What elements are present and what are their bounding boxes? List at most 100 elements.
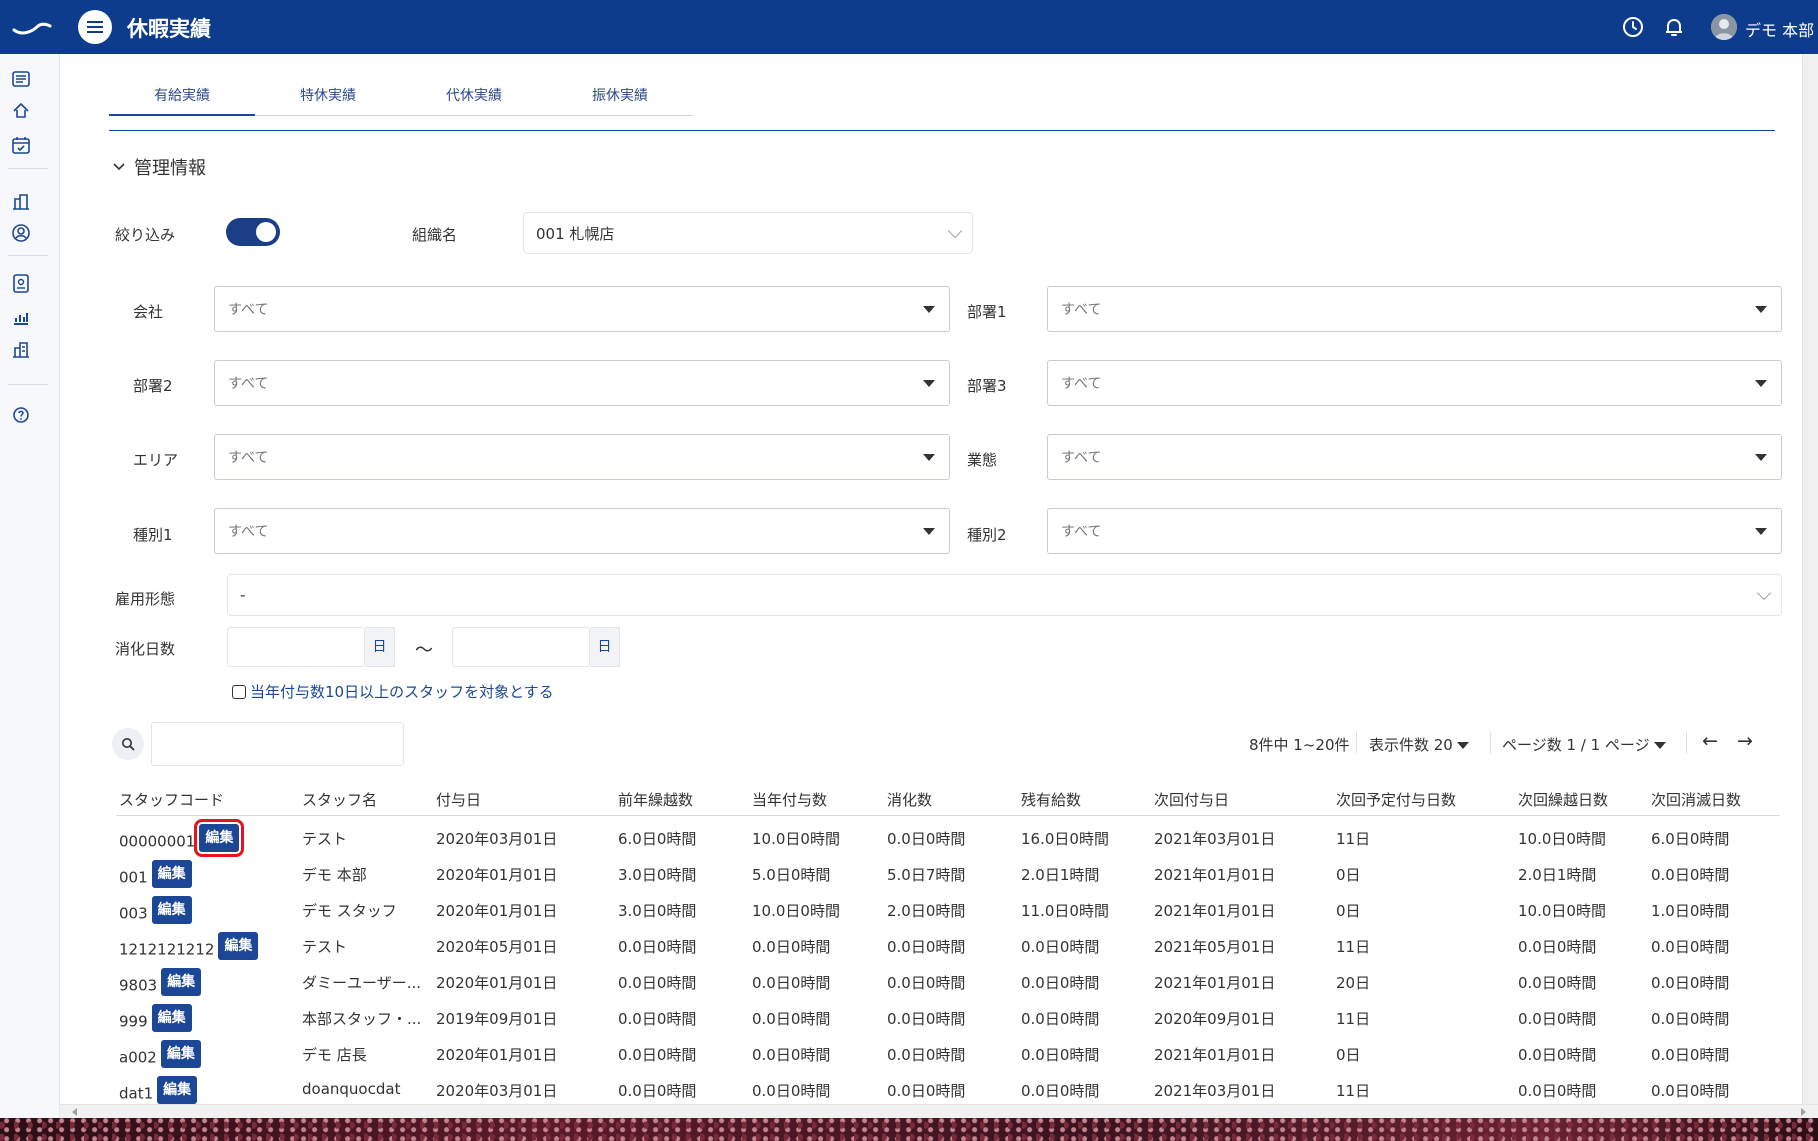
business-select[interactable]: すべて [1047, 434, 1782, 480]
consumed-days-min-input[interactable] [227, 627, 365, 667]
filter-toggle[interactable] [226, 218, 280, 246]
column-header[interactable]: 次回付与日 [1154, 789, 1229, 810]
cell-next-grant-days: 0日 [1336, 866, 1361, 884]
building-icon[interactable] [10, 190, 32, 212]
user-circle-icon[interactable] [10, 222, 32, 244]
column-header[interactable]: 消化数 [887, 789, 932, 810]
column-header[interactable]: 付与日 [436, 789, 481, 810]
dept2-select[interactable]: すべて [214, 360, 950, 406]
edit-button[interactable]: 編集 [161, 968, 202, 996]
min-grant-checkbox[interactable] [232, 684, 246, 699]
building-stats-icon[interactable] [10, 338, 32, 360]
cell-next-grant-days: 11日 [1336, 938, 1371, 956]
next-page-button[interactable]: → [1737, 730, 1753, 752]
column-header[interactable]: 次回繰越日数 [1518, 789, 1608, 810]
tab-special-leave[interactable]: 特休実績 [255, 74, 401, 116]
dept1-select[interactable]: すべて [1047, 286, 1782, 332]
column-header[interactable]: 次回予定付与日数 [1336, 789, 1456, 810]
column-header[interactable]: 残有給数 [1021, 789, 1081, 810]
avatar[interactable] [1711, 14, 1737, 40]
horizontal-scrollbar[interactable] [60, 1104, 1818, 1118]
min-grant-checkbox-label[interactable]: 当年付与数10日以上のスタッフを対象とする [250, 681, 554, 702]
filter-toggle-label: 絞り込み [115, 226, 176, 244]
column-header[interactable]: 前年繰越数 [618, 789, 693, 810]
column-header[interactable]: 当年付与数 [752, 789, 827, 810]
consumed-days-max-input[interactable] [452, 627, 590, 667]
cell-carryover: 0.0日0時間 [618, 1082, 697, 1100]
type2-select[interactable]: すべて [1047, 508, 1782, 554]
cell-next-carryover: 0.0日0時間 [1518, 974, 1597, 992]
tabs-divider [109, 130, 1775, 131]
tab-compensatory-leave[interactable]: 代休実績 [401, 74, 547, 116]
column-header[interactable]: スタッフコード [119, 789, 224, 810]
chevron-down-icon [947, 223, 963, 239]
area-select[interactable]: すべて [214, 434, 950, 480]
cell-next-expire: 0.0日0時間 [1651, 1010, 1730, 1028]
brand-logo-icon[interactable] [12, 14, 52, 38]
staff-code: 9803 [119, 976, 158, 995]
column-header[interactable]: スタッフ名 [302, 789, 377, 810]
column-header[interactable]: 次回消滅日数 [1651, 789, 1741, 810]
staff-code: dat1 [119, 1084, 154, 1103]
day-unit-label: 日 [365, 627, 395, 667]
cell-next-grant-days: 20日 [1336, 974, 1371, 992]
chevron-down-icon [113, 163, 125, 171]
cell-remaining: 0.0日0時間 [1021, 974, 1100, 992]
day-unit-label: 日 [590, 627, 620, 667]
org-select[interactable]: 001 札幌店 [523, 212, 973, 254]
cell-next-grant-date: 2021年05月01日 [1154, 938, 1276, 956]
bar-chart-icon[interactable] [10, 306, 32, 328]
tab-bar: 有給実績 特休実績 代休実績 振休実績 [109, 74, 693, 116]
staff-code: 00000001 [119, 832, 196, 851]
edit-button[interactable]: 編集 [160, 1040, 201, 1068]
edit-button[interactable]: 編集 [151, 1004, 192, 1032]
section-header[interactable]: 管理情報 [112, 154, 206, 180]
min-grant-filter[interactable]: 当年付与数10日以上のスタッフを対象とする [232, 681, 554, 702]
edit-button[interactable]: 編集 [194, 819, 245, 857]
type1-select[interactable]: すべて [214, 508, 950, 554]
search-input[interactable] [151, 722, 404, 766]
page-select[interactable]: ページ数 1 / 1 ページ [1502, 734, 1666, 755]
dept3-select[interactable]: すべて [1047, 360, 1782, 406]
calendar-check-icon[interactable] [10, 134, 32, 156]
search-button[interactable] [112, 728, 144, 760]
caret-down-icon [923, 380, 935, 387]
cell-next-grant-days: 0日 [1336, 902, 1361, 920]
cell-granted: 10.0日0時間 [752, 830, 840, 848]
cell-grant-date: 2020年05月01日 [436, 938, 558, 956]
help-icon[interactable] [10, 404, 32, 426]
consumed-days-label: 消化日数 [115, 640, 176, 658]
cell-carryover: 0.0日0時間 [618, 1046, 697, 1064]
per-page-select[interactable]: 表示件数 20 [1369, 734, 1469, 755]
upload-icon[interactable] [10, 100, 32, 122]
table-header: スタッフコード スタッフ名 付与日 前年繰越数 当年付与数 消化数 残有給数 次… [116, 782, 1780, 816]
cell-next-grant-date: 2021年03月01日 [1154, 830, 1276, 848]
staff-code-cell: 1212121212 編集 [119, 932, 259, 964]
cell-next-carryover: 10.0日0時間 [1518, 830, 1606, 848]
tab-substitute-leave[interactable]: 振休実績 [547, 74, 693, 116]
caret-down-icon [1653, 742, 1666, 749]
cell-carryover: 6.0日0時間 [618, 830, 697, 848]
cell-carryover: 0.0日0時間 [618, 938, 697, 956]
vertical-scrollbar[interactable] [1802, 54, 1818, 1104]
id-badge-icon[interactable] [10, 272, 32, 294]
table-row: 00000001 編集 テスト 2020年03月01日 6.0日0時間 10.0日0時間 0… [116, 819, 1780, 857]
staff-code: a002 [119, 1048, 157, 1067]
edit-button[interactable]: 編集 [151, 860, 192, 888]
company-select[interactable]: すべて [214, 286, 950, 332]
edit-button[interactable]: 編集 [218, 932, 259, 960]
prev-page-button[interactable]: ← [1702, 730, 1718, 752]
caret-down-icon [1755, 306, 1767, 313]
cell-next-expire: 0.0日0時間 [1651, 866, 1730, 884]
org-select-value: 001 札幌店 [536, 224, 615, 243]
hamburger-menu-button[interactable] [78, 10, 112, 44]
edit-button[interactable]: 編集 [151, 896, 192, 924]
tab-paid-leave[interactable]: 有給実績 [109, 74, 255, 116]
clock-icon[interactable] [1621, 15, 1645, 39]
user-name[interactable]: デモ 本部 [1745, 17, 1814, 41]
bell-icon[interactable] [1662, 15, 1686, 39]
edit-button[interactable]: 編集 [157, 1076, 198, 1104]
list-icon[interactable] [10, 68, 32, 90]
employment-select[interactable]: - [227, 574, 1782, 616]
section-title: 管理情報 [134, 158, 206, 179]
